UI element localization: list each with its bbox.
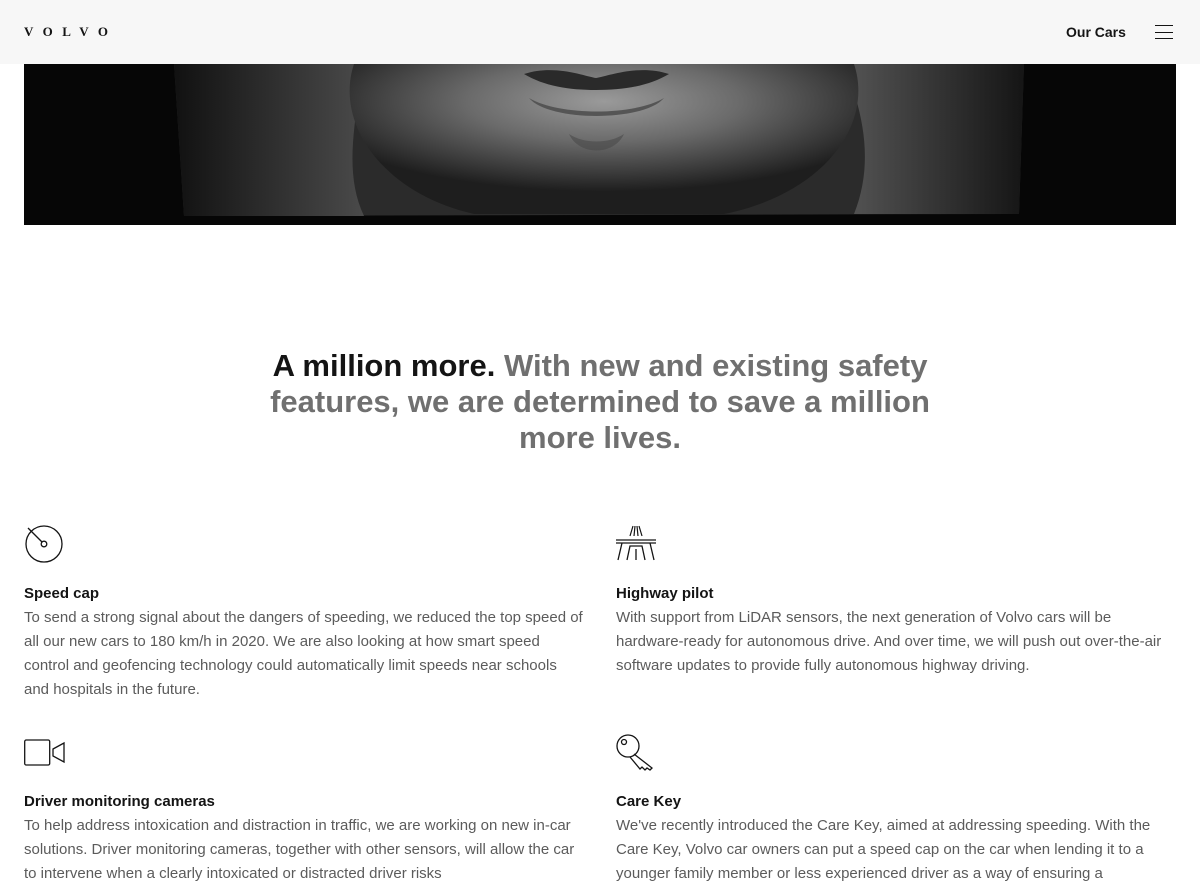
menu-button[interactable] — [1152, 22, 1176, 42]
speedometer-icon — [25, 525, 63, 563]
feature-title: Speed cap — [24, 585, 100, 602]
our-cars-link[interactable]: Our Cars — [1066, 22, 1126, 42]
feature-description: To send a strong signal about the danger… — [24, 609, 583, 698]
mission-statement: A million more. With new and existing sa… — [250, 348, 950, 456]
menu-icon-line-bottom — [1155, 38, 1173, 40]
hero-portrait-image — [24, 64, 1176, 225]
portrait-photo — [24, 64, 1176, 225]
volvo-logo[interactable]: VOLVO — [24, 24, 117, 40]
feature-title: Driver monitoring cameras — [24, 793, 215, 810]
menu-icon-line-middle — [1155, 31, 1173, 33]
feature-description: To help address intoxication and distrac… — [24, 817, 575, 882]
highway-icon — [616, 525, 656, 561]
feature-title: Care Key — [616, 793, 682, 810]
feature-description: With support from LiDAR sensors, the nex… — [616, 609, 1162, 674]
top-navigation-bar: VOLVO Our Cars — [0, 0, 1200, 64]
menu-icon-line-top — [1155, 25, 1173, 27]
key-icon — [616, 734, 653, 771]
statement-lead: A million more. — [272, 348, 496, 383]
camera-icon — [24, 739, 65, 766]
feature-title: Highway pilot — [616, 585, 714, 602]
feature-description: We've recently introduced the Care Key, … — [616, 817, 1151, 882]
